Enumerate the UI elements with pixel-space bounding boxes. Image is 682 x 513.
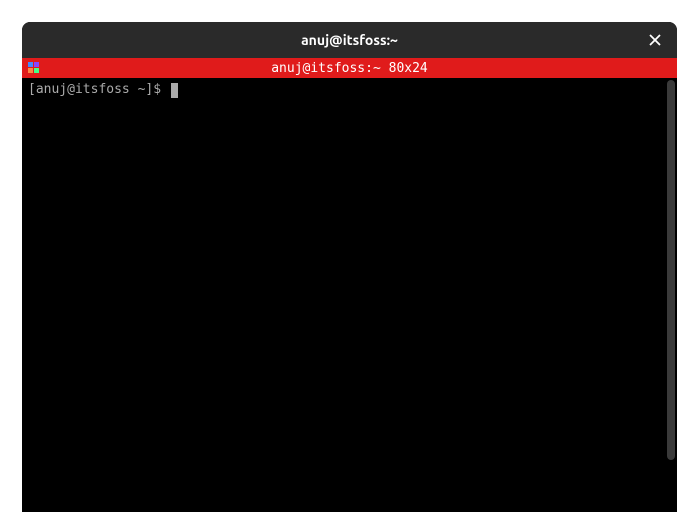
close-icon — [649, 34, 661, 46]
tab-title: anuj@itsfoss:~ 80x24 — [22, 61, 677, 76]
terminal-content: [anuj@itsfoss ~]$ — [28, 82, 671, 508]
cursor — [171, 83, 178, 98]
terminal-body[interactable]: [anuj@itsfoss ~]$ — [22, 78, 677, 512]
terminal-tab-icon[interactable] — [26, 60, 42, 76]
prompt-line: [anuj@itsfoss ~]$ — [28, 82, 671, 99]
close-button[interactable] — [645, 30, 665, 50]
tab-bar: anuj@itsfoss:~ 80x24 — [22, 58, 677, 78]
window-title: anuj@itsfoss:~ — [301, 32, 398, 48]
terminal-window: anuj@itsfoss:~ anuj@itsfoss:~ 80x24 [anu… — [22, 22, 677, 512]
prompt-text: [anuj@itsfoss ~]$ — [28, 82, 169, 99]
scrollbar[interactable] — [667, 80, 675, 460]
titlebar[interactable]: anuj@itsfoss:~ — [22, 22, 677, 58]
